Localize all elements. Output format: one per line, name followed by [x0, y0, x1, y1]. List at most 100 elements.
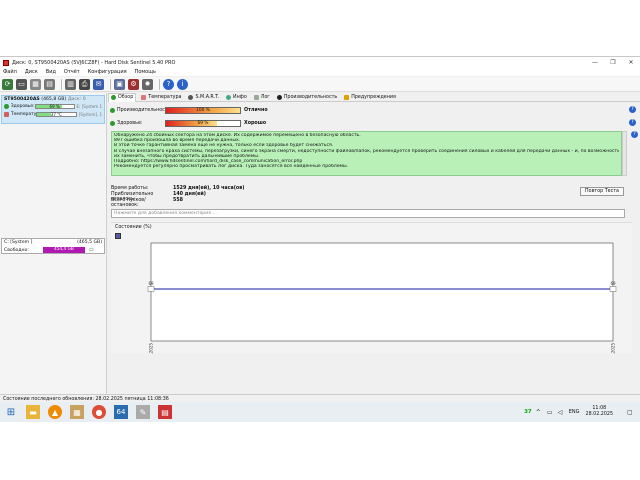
tab-info[interactable]: Инфо [224, 93, 249, 102]
app-window: Диск: 0, ST9500420AS (5VJ6CZ8F) - Hard D… [0, 56, 640, 422]
volume-header: C: [System ] (465,5 GB) [4, 240, 102, 245]
alert-icon[interactable]: ✹ [142, 78, 153, 90]
message-scrollbar[interactable] [622, 131, 627, 176]
tab-log-label: Лог [260, 94, 270, 100]
menu-disk[interactable]: Диск [25, 69, 38, 75]
health-value: 69 % [197, 120, 209, 126]
tab-bar: Обзор Температура S.M.A.R.T. Инфо Лог Пр… [108, 92, 640, 102]
chart-x-tick-label: 27.02.2025 [149, 343, 154, 354]
maximize-button[interactable]: ❐ [604, 59, 622, 66]
file-explorer-icon[interactable]: ▬ [26, 405, 40, 419]
volume-name: C: [System ] [4, 240, 33, 245]
tab-overview[interactable]: Обзор [108, 92, 137, 102]
help-icon[interactable]: ? [163, 78, 174, 90]
volume-free-label: Свободно: [4, 247, 29, 253]
health-chart: 69 27.02.2025 69 28.02.2025 [147, 242, 617, 354]
system-tray: 37 ^ ▭ ◁ ENG 11:08 28.02.2025 ▢ [524, 404, 638, 420]
send-icon[interactable]: ✉ [93, 78, 104, 90]
menu-help[interactable]: Помощь [135, 69, 156, 75]
performance-label: Производительность: [117, 107, 173, 113]
comment-input[interactable]: Нажмите для добавления комментария ... [111, 209, 625, 218]
aida64-icon[interactable]: 64 [114, 405, 128, 419]
health-status: Хорошо [244, 120, 267, 126]
tab-alerts[interactable]: Предупреждения [342, 93, 398, 102]
clock[interactable]: 11:08 28.02.2025 [586, 406, 613, 418]
close-button[interactable]: ✕ [622, 59, 640, 66]
chart-data-label: 69 [148, 281, 154, 286]
menu-configuration[interactable]: Конфигурация [88, 69, 127, 75]
health-ok-icon [110, 120, 115, 126]
stat-value: 558 [173, 198, 184, 203]
message-line: Рекомендуется регулярно просматривать Ло… [114, 164, 349, 170]
stat-key: Всего пусков/остановок: [111, 198, 146, 208]
info-icon [226, 94, 231, 100]
print-icon[interactable]: ⎙ [79, 78, 90, 90]
tab-smart[interactable]: S.M.A.R.T. [186, 93, 221, 102]
refresh-icon[interactable]: ⟳ [2, 78, 13, 90]
health-chart-panel: Состояние (%) 6927.02.20256928.02.2025 [111, 222, 632, 354]
settings-icon[interactable]: ⚙ [128, 78, 139, 90]
performance-value: 100 % [196, 107, 210, 113]
disk-icon[interactable]: ▭ [16, 78, 27, 90]
toolbar-separator [110, 78, 111, 90]
disk-health-label: Здоровье: [10, 103, 35, 109]
volume-icon[interactable]: ◁ [558, 409, 565, 416]
tab-performance[interactable]: Производительность [275, 93, 339, 102]
media-player-icon[interactable]: ▲ [48, 405, 62, 419]
performance-bar: 100 % [165, 106, 241, 114]
tab-alerts-label: Предупреждения [351, 94, 396, 100]
windows-start-icon[interactable]: ⊞ [4, 405, 18, 419]
repeat-test-button[interactable]: Повтор Теста [580, 187, 624, 196]
gauge-icon [276, 94, 282, 100]
thermometer-icon [141, 94, 147, 100]
notifications-icon[interactable]: ▢ [627, 409, 634, 416]
warning-icon [344, 94, 350, 100]
disk-name: ST9500420AS [4, 97, 40, 102]
tab-temperature[interactable]: Температура [139, 93, 183, 102]
performance-row: Производительность: 100 % Отлично ? [110, 105, 638, 115]
health-help-icon[interactable]: ? [629, 119, 636, 126]
disk-info-icon[interactable]: ▤ [44, 78, 55, 90]
thermometer-icon [4, 111, 9, 117]
taskbar: ⊞ ▬ ▲ ▦ ● 64 ✎ ▤ 37 ^ ▭ ◁ ENG 11:08 28.0… [0, 402, 640, 422]
chart-point [609, 286, 617, 292]
tab-info-label: Инфо [233, 94, 247, 100]
save-icon[interactable]: ▣ [114, 78, 125, 90]
volume-size: (465,5 GB) [77, 240, 102, 245]
hdsentinel-taskbar-icon[interactable]: ▤ [158, 405, 172, 419]
chart-plot-bg [150, 242, 614, 342]
disk-temp-bar: 37 °C [35, 111, 77, 117]
volume-card[interactable]: C: [System ] (465,5 GB) Свободно: 454,4 … [1, 238, 105, 254]
performance-help-icon[interactable]: ? [629, 106, 636, 113]
chevron-up-icon[interactable]: ^ [536, 409, 543, 416]
disk-card[interactable]: ST9500420AS (465,8 GB) Диск: 0 Здоровье:… [1, 95, 105, 124]
language-indicator[interactable]: ENG [569, 409, 580, 415]
chart-x-tick-label: 28.02.2025 [611, 343, 616, 354]
menu-file[interactable]: Файл [3, 69, 17, 75]
toolbar-separator [159, 78, 160, 90]
info-icon[interactable]: i [177, 78, 188, 90]
report-icon[interactable]: ▥ [65, 78, 76, 90]
test-icon[interactable]: ▦ [30, 78, 41, 90]
disk-temp-side: [System], 1 [78, 111, 102, 117]
tray-temperature[interactable]: 37 [524, 409, 532, 415]
chart-point [147, 286, 155, 292]
message-help-icon[interactable]: ? [631, 131, 638, 138]
disk-size: (465,8 GB) [41, 97, 67, 102]
tab-performance-label: Производительность [283, 94, 338, 100]
log-icon [253, 94, 259, 100]
tab-log[interactable]: Лог [252, 93, 272, 102]
chart-data-label: 69 [610, 281, 616, 286]
volume-free-row: Свободно: 454,4 GB ▭ [4, 247, 102, 253]
minimize-button[interactable]: — [586, 59, 604, 66]
title-bar: Диск: 0, ST9500420AS (5VJ6CZ8F) - Hard D… [0, 57, 640, 68]
check-icon [111, 95, 116, 100]
left-panel: ST9500420AS (465,8 GB) Диск: 0 Здоровье:… [0, 93, 107, 404]
menu-report[interactable]: Отчёт [64, 69, 80, 75]
total-commander-icon[interactable]: ▦ [70, 405, 84, 419]
menu-view[interactable]: Вид [46, 69, 56, 75]
tab-smart-label: S.M.A.R.T. [195, 94, 219, 100]
network-icon[interactable]: ▭ [547, 409, 554, 416]
chrome-icon[interactable]: ● [92, 405, 106, 419]
tools-icon[interactable]: ✎ [136, 405, 150, 419]
